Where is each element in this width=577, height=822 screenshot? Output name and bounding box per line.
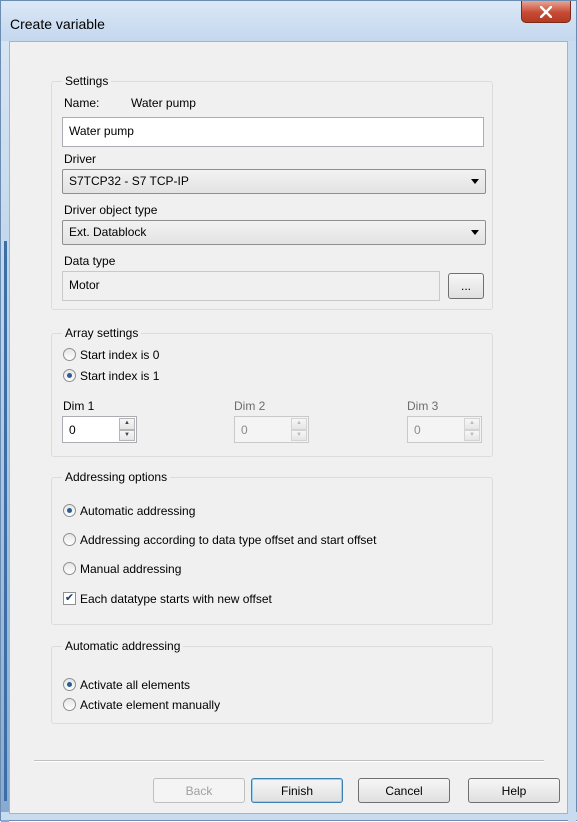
chevron-down-icon (471, 179, 479, 184)
automatic-addressing-legend: Automatic addressing (65, 639, 181, 653)
dialog-title: Create variable (10, 16, 105, 32)
checkmark-icon: ✔ (64, 592, 75, 604)
start-index-1-label: Start index is 1 (80, 369, 160, 383)
start-index-1-radio[interactable] (63, 369, 76, 382)
spin-up-icon: ▲ (464, 418, 480, 430)
window-frame-right (568, 41, 576, 822)
spin-down-icon[interactable]: ▼ (119, 429, 135, 441)
automatic-addressing-radio[interactable] (63, 504, 76, 517)
dim3-label: Dim 3 (407, 399, 439, 413)
object-type-select-value: Ext. Datablock (69, 225, 147, 239)
back-button-label: Back (185, 783, 213, 798)
dialog-client-area: Settings Name: Water pump Water pump Dri… (9, 41, 568, 814)
dim1-stepper[interactable]: 0 ▲ ▼ (62, 416, 137, 443)
chevron-down-icon (471, 230, 479, 235)
back-button[interactable]: Back (153, 778, 245, 803)
browse-data-type-button[interactable]: ... (448, 273, 484, 299)
new-offset-label: Each datatype starts with new offset (80, 592, 272, 606)
activate-all-radio[interactable] (63, 678, 76, 691)
title-bar[interactable]: Create variable (1, 1, 576, 41)
driver-label: Driver (64, 152, 96, 166)
addressing-options-legend: Addressing options (65, 470, 168, 484)
cancel-button-label: Cancel (385, 783, 423, 798)
dim3-value: 0 (414, 423, 421, 437)
driver-select[interactable]: S7TCP32 - S7 TCP-IP (62, 169, 486, 194)
finish-button-label: Finish (280, 783, 313, 798)
dim2-label: Dim 2 (234, 399, 266, 413)
object-type-label: Driver object type (64, 203, 158, 217)
settings-legend: Settings (65, 74, 109, 88)
dim3-stepper: 0 ▲ ▼ (407, 416, 482, 443)
start-index-0-label: Start index is 0 (80, 348, 160, 362)
footer-separator (34, 760, 544, 762)
data-type-label: Data type (64, 254, 116, 268)
offset-addressing-label: Addressing according to data type offset… (80, 533, 377, 547)
name-label: Name: (64, 96, 100, 110)
activate-manual-label: Activate element manually (80, 698, 221, 712)
activate-manual-radio[interactable] (63, 698, 76, 711)
browse-button-label: ... (460, 279, 471, 293)
help-button[interactable]: Help (468, 778, 560, 803)
dim1-value: 0 (69, 423, 76, 437)
spin-down-icon: ▼ (291, 429, 307, 441)
finish-button[interactable]: Finish (251, 778, 343, 803)
manual-addressing-label: Manual addressing (80, 562, 182, 576)
dim1-label: Dim 1 (63, 399, 95, 413)
help-button-label: Help (501, 783, 527, 798)
array-settings-legend: Array settings (65, 326, 139, 340)
automatic-addressing-label: Automatic addressing (80, 504, 196, 518)
close-x-icon (540, 5, 552, 18)
data-type-field: Motor (62, 271, 440, 301)
manual-addressing-radio[interactable] (63, 562, 76, 575)
spin-down-icon: ▼ (464, 429, 480, 441)
start-index-0-radio[interactable] (63, 348, 76, 361)
spin-up-icon: ▲ (291, 418, 307, 430)
new-offset-checkbox[interactable]: ✔ (63, 592, 76, 605)
dim2-stepper: 0 ▲ ▼ (234, 416, 309, 443)
offset-addressing-radio[interactable] (63, 533, 76, 546)
driver-select-value: S7TCP32 - S7 TCP-IP (69, 174, 189, 188)
window-frame-left (1, 41, 9, 822)
close-button[interactable] (521, 1, 571, 23)
create-variable-dialog: Create variable Settings Name: Water pum… (0, 0, 577, 822)
activate-all-label: Activate all elements (80, 678, 191, 692)
cancel-button[interactable]: Cancel (358, 778, 450, 803)
name-input[interactable]: Water pump (62, 117, 484, 147)
spin-up-icon[interactable]: ▲ (119, 418, 135, 430)
dim2-value: 0 (241, 423, 248, 437)
object-type-select[interactable]: Ext. Datablock (62, 220, 486, 245)
name-display: Water pump (131, 96, 196, 110)
